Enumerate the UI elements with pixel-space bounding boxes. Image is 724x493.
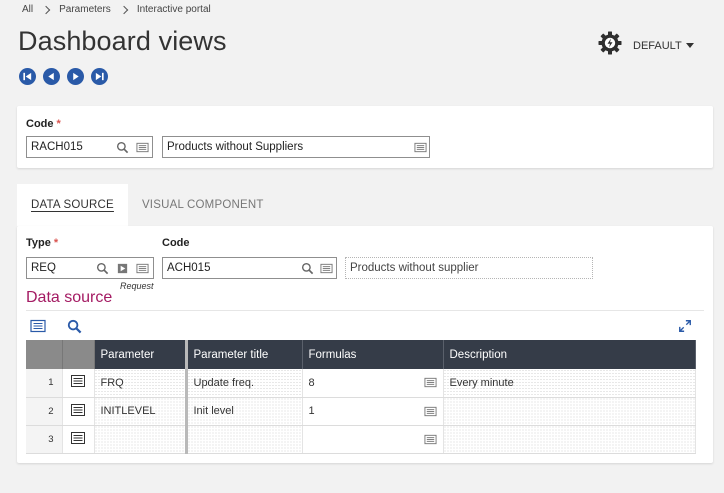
row-detail-button[interactable] — [62, 397, 95, 426]
toolbar-divider — [26, 310, 704, 311]
cell-formula[interactable]: 1 — [302, 397, 444, 426]
section-title: Data source — [26, 289, 113, 306]
type-input[interactable]: REQ — [26, 257, 154, 279]
code-label: Code * — [26, 118, 61, 130]
expand-icon[interactable] — [677, 318, 693, 334]
default-label: DEFAULT — [633, 39, 682, 52]
cell-parameter[interactable] — [94, 425, 188, 454]
cell-description[interactable] — [443, 425, 696, 454]
cell-description[interactable] — [443, 397, 696, 426]
column-header-parameter-title[interactable]: Parameter title — [186, 340, 303, 369]
open-link-icon[interactable] — [115, 261, 129, 275]
code-input[interactable]: RACH015 — [26, 136, 153, 158]
ds-code-input[interactable]: ACH015 — [162, 257, 337, 279]
cell-description[interactable]: Every minute — [443, 369, 696, 398]
last-record-button[interactable] — [91, 68, 108, 85]
data-source-card: Type * REQ Request Code ACH015 Products w… — [17, 226, 713, 463]
list-icon[interactable] — [319, 261, 333, 275]
previous-icon — [48, 72, 54, 81]
code-description: Products without Suppliers — [167, 141, 304, 153]
tab-data-source[interactable]: DATA SOURCE — [17, 184, 128, 226]
list-icon[interactable] — [423, 433, 437, 446]
code-card: Code * RACH015 Products without Suppliers — [17, 106, 713, 168]
search-icon[interactable] — [66, 318, 82, 334]
grid-header-row: Parameter Parameter title Formulas Descr… — [26, 340, 696, 369]
formula-value: 8 — [308, 376, 315, 389]
page-title: Dashboard views — [18, 26, 227, 56]
cell-parameter[interactable]: INITLEVEL — [94, 397, 188, 426]
chevron-right-icon — [119, 5, 129, 14]
row-detail-button[interactable] — [62, 369, 95, 398]
caret-down-icon — [685, 43, 694, 48]
required-mark: * — [56, 118, 61, 130]
breadcrumb-interactive-portal[interactable]: Interactive portal — [137, 4, 211, 15]
list-icon — [71, 431, 85, 447]
code-description-field[interactable]: Products without Suppliers — [162, 136, 430, 158]
table-row[interactable]: 3 — [26, 425, 696, 454]
tab-bar: DATA SOURCE VISUAL COMPONENT — [17, 184, 278, 226]
list-icon[interactable] — [135, 261, 149, 275]
list-icon[interactable] — [135, 140, 149, 154]
tab-visual-component[interactable]: VISUAL COMPONENT — [128, 184, 278, 226]
cell-parameter[interactable]: FRQ — [94, 369, 188, 398]
first-icon — [23, 72, 32, 81]
row-number: 2 — [26, 397, 63, 426]
type-label-text: Type — [26, 237, 51, 249]
cell-parameter-title[interactable]: Update freq. — [186, 369, 303, 398]
type-label: Type * — [26, 237, 58, 249]
search-icon[interactable] — [115, 140, 129, 154]
list-view-icon[interactable] — [30, 318, 46, 334]
column-header-icon — [62, 340, 95, 369]
next-record-button[interactable] — [67, 68, 84, 85]
list-icon[interactable] — [423, 376, 437, 389]
record-navigation — [19, 68, 108, 85]
cell-formula[interactable]: 8 — [302, 369, 444, 398]
list-icon — [71, 403, 85, 419]
column-header-rownum — [26, 340, 63, 369]
parameters-grid: Parameter Parameter title Formulas Descr… — [26, 340, 696, 454]
last-icon — [95, 72, 104, 81]
breadcrumb: All Parameters Interactive portal — [22, 4, 211, 15]
list-icon — [71, 375, 85, 390]
type-value: REQ — [31, 262, 56, 274]
row-detail-button[interactable] — [62, 425, 95, 454]
table-row[interactable]: 1 FRQ Update freq. 8 Every minute — [26, 369, 696, 398]
cell-parameter-title[interactable]: Init level — [186, 397, 303, 426]
gear-icon[interactable] — [597, 30, 623, 61]
required-mark: * — [53, 237, 59, 249]
ds-code-value: ACH015 — [167, 262, 211, 274]
default-menu[interactable]: DEFAULT — [633, 40, 694, 52]
ds-code-description: Products without supplier — [345, 257, 593, 279]
code-label-text: Code — [26, 118, 54, 130]
list-icon[interactable] — [423, 405, 437, 418]
top-right-actions: DEFAULT — [597, 30, 694, 61]
formula-value: 1 — [308, 405, 315, 417]
breadcrumb-parameters[interactable]: Parameters — [59, 4, 111, 15]
row-number: 3 — [26, 425, 63, 454]
search-icon[interactable] — [95, 261, 109, 275]
column-header-parameter[interactable]: Parameter — [94, 340, 188, 369]
ds-code-label: Code — [162, 237, 190, 249]
column-header-formulas[interactable]: Formulas — [302, 340, 444, 369]
request-label: Request — [120, 281, 154, 291]
cell-parameter-title[interactable] — [186, 425, 303, 454]
ds-code-description-text: Products without supplier — [350, 262, 479, 274]
table-row[interactable]: 2 INITLEVEL Init level 1 — [26, 397, 696, 426]
next-icon — [73, 72, 79, 81]
cell-formula[interactable] — [302, 425, 444, 454]
first-record-button[interactable] — [19, 68, 36, 85]
previous-record-button[interactable] — [43, 68, 60, 85]
column-header-description[interactable]: Description — [443, 340, 696, 369]
row-number: 1 — [26, 369, 63, 398]
chevron-right-icon — [41, 5, 51, 14]
breadcrumb-all[interactable]: All — [22, 4, 33, 15]
list-icon[interactable] — [413, 140, 427, 154]
code-value: RACH015 — [31, 141, 83, 153]
search-icon[interactable] — [300, 261, 314, 275]
